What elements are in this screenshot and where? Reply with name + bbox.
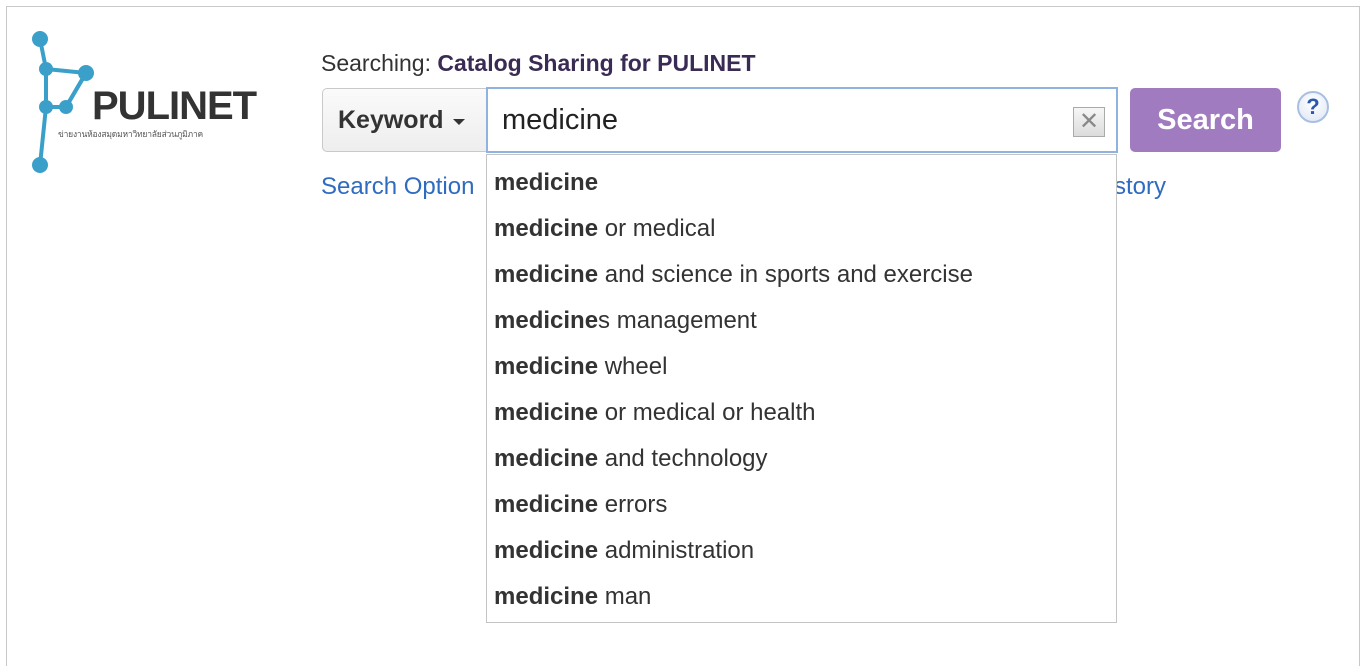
autocomplete-item[interactable]: medicine xyxy=(487,160,1116,206)
autocomplete-dropdown: medicine medicine or medical medicine an… xyxy=(486,154,1117,623)
search-options-link[interactable]: Search Option xyxy=(321,173,474,201)
suggestion-match: medicine xyxy=(494,215,599,242)
searching-prefix: Searching: xyxy=(321,50,431,76)
suggestion-rest: wheel xyxy=(598,353,668,380)
autocomplete-item[interactable]: medicine errors xyxy=(487,482,1116,528)
suggestion-rest: errors xyxy=(598,491,668,518)
searching-label: Searching: Catalog Sharing for PULINET xyxy=(321,50,756,77)
search-button[interactable]: Search xyxy=(1130,88,1281,152)
suggestion-rest: and technology xyxy=(598,445,768,472)
suggestion-match: medicine xyxy=(494,399,599,426)
autocomplete-item[interactable]: medicine administration xyxy=(487,528,1116,574)
suggestion-rest: man xyxy=(598,583,652,610)
clear-x-icon[interactable]: ✕ xyxy=(1073,107,1105,137)
autocomplete-item[interactable]: medicine wheel xyxy=(487,344,1116,390)
suggestion-rest: or medical xyxy=(598,215,716,242)
logo-tagline: ข่ายงานห้องสมุดมหาวิทยาลัยส่วนภูมิภาค xyxy=(58,129,204,139)
suggestion-match: medicine xyxy=(494,583,599,610)
suggestion-match: medicine xyxy=(494,261,599,288)
autocomplete-item[interactable]: medicine or medical xyxy=(487,206,1116,252)
autocomplete-item[interactable]: medicine and technology xyxy=(487,436,1116,482)
search-field-select[interactable]: Keyword xyxy=(322,88,488,152)
suggestion-match: medicine xyxy=(494,169,599,196)
suggestion-match: medicine xyxy=(494,491,599,518)
logo-name: PULINET xyxy=(92,84,257,128)
suggestion-match: medicine xyxy=(494,537,599,564)
search-input[interactable] xyxy=(486,87,1118,153)
suggestion-rest: and science in sports and exercise xyxy=(598,261,973,288)
suggestion-rest: administration xyxy=(598,537,755,564)
suggestion-rest: or medical or health xyxy=(598,399,816,426)
autocomplete-item[interactable]: medicine man xyxy=(487,574,1116,620)
suggestion-match: medicine xyxy=(494,307,599,334)
caret-down-icon xyxy=(452,119,465,125)
suggestion-rest: s management xyxy=(598,307,757,334)
autocomplete-item[interactable]: medicine and science in sports and exerc… xyxy=(487,252,1116,298)
help-question-icon[interactable]: ? xyxy=(1297,91,1329,123)
autocomplete-item[interactable]: medicine or medical or health xyxy=(487,390,1116,436)
pulinet-logo[interactable]: PULINET ข่ายงานห้องสมุดมหาวิทยาลัยส่วนภู… xyxy=(26,27,257,177)
database-name[interactable]: Catalog Sharing for PULINET xyxy=(437,50,755,76)
suggestion-match: medicine xyxy=(494,445,599,472)
search-field-label: Keyword xyxy=(338,105,444,134)
autocomplete-item[interactable]: medicines management xyxy=(487,298,1116,344)
suggestion-match: medicine xyxy=(494,353,599,380)
